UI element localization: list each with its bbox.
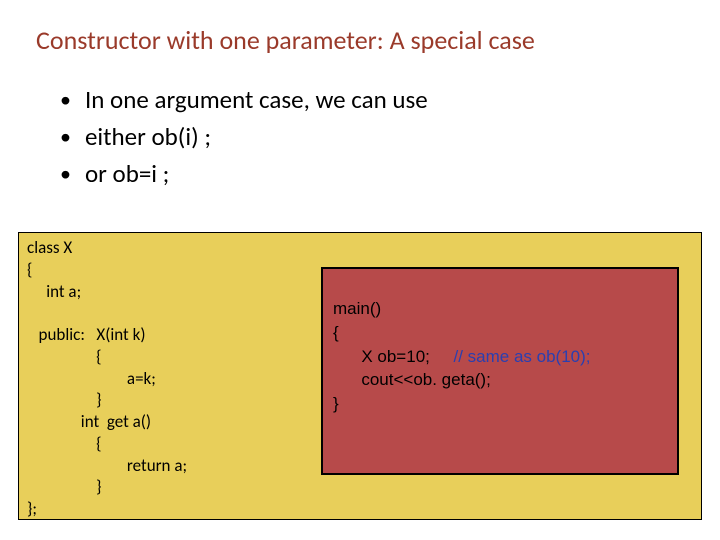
main-code-pre: main() { X ob=10; xyxy=(333,299,454,366)
main-code-box: main() { X ob=10; // same as ob(10); cou… xyxy=(321,267,679,475)
bullet-icon: • xyxy=(60,119,71,154)
code-comment: // same as ob(10); xyxy=(454,347,591,366)
list-item: • either ob(i) ; xyxy=(60,119,720,154)
slide-title: Constructor with one parameter: A specia… xyxy=(0,0,720,56)
main-code-post: cout<<ob. geta(); } xyxy=(333,370,491,413)
code-panel: class X { int a; public: X(int k) { a=k;… xyxy=(18,232,702,520)
class-code: class X { int a; public: X(int k) { a=k;… xyxy=(27,237,187,520)
main-code: main() { X ob=10; // same as ob(10); cou… xyxy=(333,297,591,416)
list-item: • In one argument case, we can use xyxy=(60,82,720,117)
bullet-text: either ob(i) ; xyxy=(85,119,211,154)
bullet-icon: • xyxy=(60,156,71,191)
bullet-text: or ob=i ; xyxy=(85,156,169,191)
bullet-text: In one argument case, we can use xyxy=(85,82,428,117)
list-item: • or ob=i ; xyxy=(60,156,720,191)
bullet-icon: • xyxy=(60,82,71,117)
bullet-list: • In one argument case, we can use • eit… xyxy=(0,56,720,192)
